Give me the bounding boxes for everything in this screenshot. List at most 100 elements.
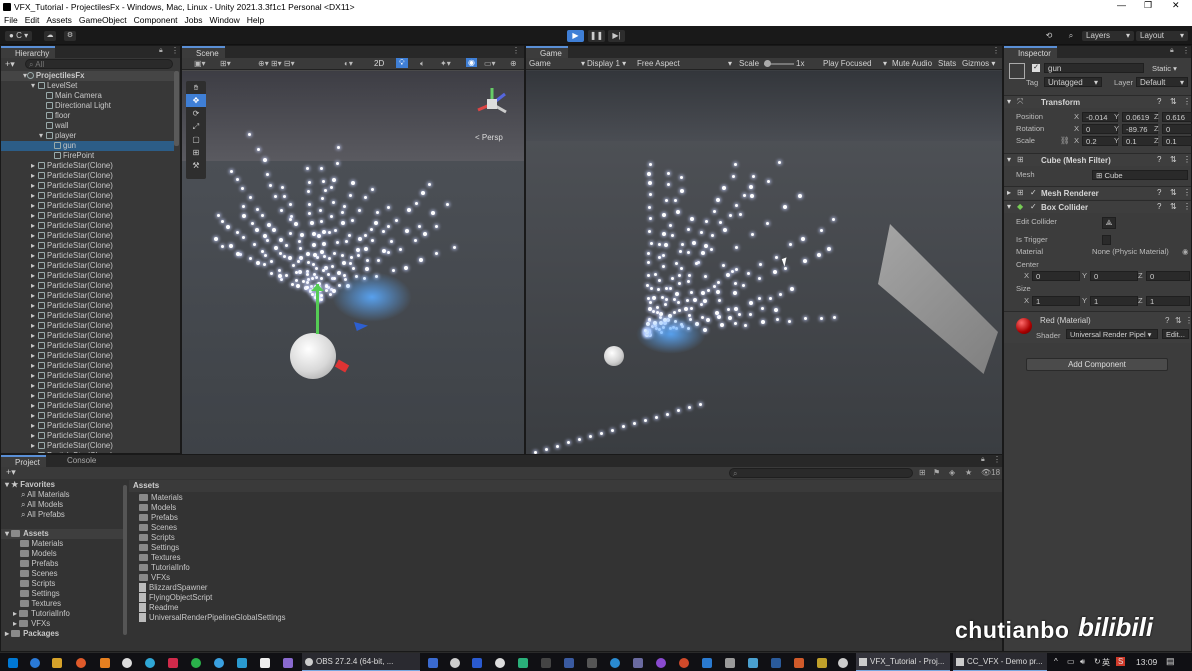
expand-arrow-icon[interactable]: ▸ [31,191,38,201]
expand-arrow-icon[interactable]: ▸ [31,251,38,261]
expand-arrow-icon[interactable]: ▸ [31,341,38,351]
search-icon[interactable]: ⌕ [1064,31,1078,41]
asset-file[interactable]: UniversalRenderPipelineGlobalSettings [139,613,539,623]
mute-audio-toggle[interactable]: Mute Audio [892,59,932,68]
preset-icon[interactable]: ⇅ [1170,155,1177,164]
lock-icon[interactable]: 🔒︎ [1170,47,1174,55]
scale-x-field[interactable]: 0.2 [1082,136,1118,146]
hierarchy-scene-root[interactable]: ▾ ProjectilesFx [1,71,174,81]
expand-arrow-icon[interactable] [13,559,20,568]
expand-arrow-icon[interactable]: ▸ [31,161,38,171]
app-icon[interactable] [817,658,827,668]
play-focused-dropdown[interactable]: Play Focused ▾ [823,59,887,68]
hierarchy-item-particle-clone[interactable]: ▸ParticleStar(Clone) [1,221,174,231]
pause-button[interactable]: ❚❚ [588,30,605,42]
scale-slider-handle[interactable] [764,60,771,67]
project-tree-folder[interactable]: Prefabs [1,559,127,569]
project-tree-folder[interactable]: Scenes [1,569,127,579]
box-collider-header[interactable]: ▾ ◆ ✓ Box Collider ? ⇅ ⋮ [1004,200,1191,213]
hierarchy-item-particle-clone[interactable]: ▸ParticleStar(Clone) [1,441,174,451]
tag-dropdown[interactable]: Untagged ▾ [1044,77,1102,87]
ime-indicator[interactable]: 英 [1102,657,1110,668]
rotation-y-field[interactable]: -89.76 [1122,124,1158,134]
asset-folder[interactable]: Scenes [139,523,539,533]
project-tree-folder[interactable]: Textures [1,599,127,609]
collab-icon[interactable]: ⚙ [64,31,76,41]
size-x-field[interactable]: 1 [1032,296,1080,306]
transform-tools-icon[interactable]: ⊕▾ ⊞▾ ⊟▾ [258,59,295,68]
expand-arrow-icon[interactable]: ▸ [31,281,38,291]
menu-help[interactable]: Help [247,15,264,25]
unity-hub-icon[interactable] [122,658,132,668]
expand-arrow-icon[interactable]: ▸ [31,211,38,221]
stats-toggle[interactable]: Stats [938,59,956,68]
2d-toggle[interactable]: 2D [374,59,384,68]
app-icon[interactable] [472,658,482,668]
hierarchy-item-particle-clone[interactable]: ▸ParticleStar(Clone) [1,391,174,401]
explorer-icon[interactable] [52,658,62,668]
app-icon[interactable] [656,658,666,668]
preset-icon[interactable]: ⇅ [1175,316,1182,325]
menu-window[interactable]: Window [210,15,240,25]
scale-z-field[interactable]: 0.1 [1162,136,1192,146]
effects-icon[interactable]: ✦▾ [440,59,451,68]
mesh-filter-header[interactable]: ▾ ⊞ Cube (Mesh Filter) ? ⇅ ⋮ [1004,153,1191,166]
component-menu-icon[interactable]: ⋮ [1183,202,1191,211]
expand-arrow-icon[interactable]: ▸ [31,171,38,181]
expand-arrow-icon[interactable]: ▸ [31,231,38,241]
expand-arrow-icon[interactable]: ▸ [31,221,38,231]
active-checkbox[interactable]: ✓ [1032,64,1040,72]
hierarchy-item-gun[interactable]: gun [1,141,174,151]
mesh-field[interactable]: ⊞ Cube [1092,170,1188,180]
expand-arrow-icon[interactable]: ▸ [31,381,38,391]
help-icon[interactable]: ? [1157,202,1161,211]
shading-icon[interactable]: ◐▾ [344,59,353,68]
taskbar-unity-window[interactable]: VFX_Tutorial - Proj... [856,653,950,671]
chrome-icon[interactable] [679,658,689,668]
edge-icon[interactable] [145,658,155,668]
add-component-button[interactable]: Add Component [1026,358,1168,371]
help-icon[interactable]: ? [1165,316,1169,325]
menu-file[interactable]: File [4,15,18,25]
expand-arrow-icon[interactable] [13,569,20,578]
expand-arrow-icon[interactable]: ▸ [31,331,38,341]
rotation-z-field[interactable]: 0 [1162,124,1192,134]
size-y-field[interactable]: 1 [1090,296,1138,306]
hierarchy-item-particle-clone[interactable]: ▸ParticleStar(Clone) [1,261,174,271]
physic-material-field[interactable]: None (Physic Material) [1092,247,1169,256]
help-icon[interactable]: ? [1157,97,1161,106]
asset-folder[interactable]: TutorialInfo [139,563,539,573]
app-icon[interactable] [428,658,438,668]
panel-menu-icon[interactable]: ⋮ [171,46,179,55]
project-tree-folder[interactable]: ▸ TutorialInfo [1,609,127,619]
expand-arrow-icon[interactable]: ▸ [31,431,38,441]
preset-icon[interactable]: ⇅ [1170,97,1177,106]
taskbar-cc-window[interactable]: CC_VFX - Demo pr... [953,653,1047,671]
menu-jobs[interactable]: Jobs [185,15,203,25]
help-icon[interactable]: ? [1157,188,1161,197]
asset-folder[interactable]: Textures [139,553,539,563]
layout-dropdown[interactable]: Layout ▾ [1136,31,1188,41]
clock[interactable]: 13:09 [1136,657,1157,667]
tab-hierarchy[interactable]: Hierarchy [1,46,56,58]
expand-arrow-icon[interactable]: ▸ [31,391,38,401]
tab-inspector[interactable]: Inspector [1004,46,1057,58]
search-by-label-icon[interactable]: ⚑ [933,468,940,477]
help-icon[interactable]: ? [1157,155,1161,164]
size-z-field[interactable]: 1 [1146,296,1190,306]
hierarchy-scrollbar[interactable] [174,71,179,146]
add-icon[interactable]: +▾ [5,59,15,70]
display-dropdown[interactable]: Display 1 ▾ [587,59,626,68]
assets-header[interactable]: ▾ Assets [1,529,127,539]
asset-file[interactable]: Readme [139,603,539,613]
expand-arrow-icon[interactable]: ▸ [31,421,38,431]
menu-assets[interactable]: Assets [46,15,72,25]
account-dropdown[interactable]: ● C ▾ [5,31,33,41]
center-y-field[interactable]: 0 [1090,271,1138,281]
rotation-x-field[interactable]: 0 [1082,124,1118,134]
app-icon[interactable] [587,658,597,668]
hierarchy-item-particle-clone[interactable]: ▸ParticleStar(Clone) [1,431,174,441]
asset-folder[interactable]: Settings [139,543,539,553]
tray-chevron-icon[interactable]: ^ [1054,657,1058,666]
add-asset-icon[interactable]: +▾ [6,467,16,478]
